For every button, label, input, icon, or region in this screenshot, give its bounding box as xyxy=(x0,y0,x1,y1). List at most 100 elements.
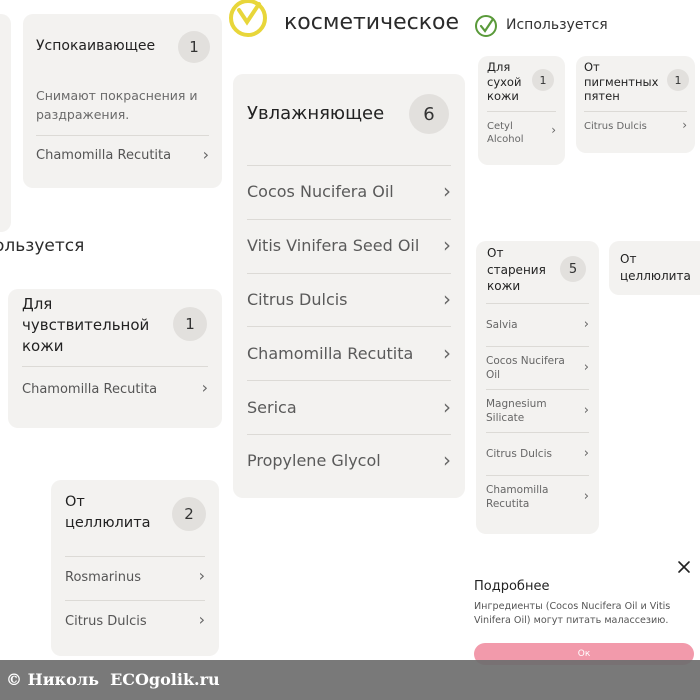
ingredient-list: Cocos Nucifera Oil › Vitis Vinifera Seed O… xyxy=(247,165,451,488)
list-item[interactable]: Serica › xyxy=(247,380,451,434)
list-item[interactable]: Magnesium Silicate › xyxy=(486,389,589,432)
title-line: От xyxy=(487,246,504,260)
ingredient-label: Chamomilla Recutita xyxy=(22,382,158,397)
ok-button-label: Ок xyxy=(577,649,591,659)
ingredient-label: Vitis Vinifera Seed Oil xyxy=(247,236,420,256)
card-pigment: От пигментных пятен 1 Citrus Dulcis › xyxy=(576,56,695,153)
green-check-icon xyxy=(474,14,498,38)
chevron-right-icon: › xyxy=(443,179,451,204)
list-item[interactable]: Citrus Dulcis › xyxy=(65,601,205,644)
title-line: От xyxy=(65,494,85,510)
card-title: Для сухой кожи xyxy=(487,60,521,104)
used-label: Используется xyxy=(506,17,608,33)
ingredient-label: Chamomilla Recutita xyxy=(36,148,172,163)
card-title: От старения кожи xyxy=(487,245,546,295)
title-line: кожи xyxy=(487,279,521,293)
title-line: кожи xyxy=(22,337,64,355)
title-line: старения xyxy=(487,262,546,277)
title-line: чувствительной xyxy=(22,316,150,334)
chevron-right-icon: › xyxy=(443,448,451,473)
count-badge: 1 xyxy=(173,307,207,341)
card-dry-skin: Для сухой кожи 1 Cetyl Alcohol › xyxy=(478,56,565,165)
list-item[interactable]: Chamomilla Recutita › xyxy=(36,136,209,176)
list-item[interactable]: Propylene Glycol › xyxy=(247,433,451,488)
count-badge: 6 xyxy=(409,94,449,134)
close-icon[interactable] xyxy=(676,559,692,575)
chevron-right-icon: › xyxy=(583,359,589,375)
card-title: От целлюлита xyxy=(65,492,151,534)
list-item[interactable]: Citrus Dulcis › xyxy=(486,432,589,475)
ingredient-label: Chamomilla Recutita xyxy=(486,484,549,510)
chevron-right-icon: › xyxy=(551,123,556,137)
count-badge: 1 xyxy=(667,69,689,91)
popup-text: Ингредиенты (Cocos Nucifera Oil и Vitis … xyxy=(474,601,671,626)
ingredient-label: Citrus Dulcis xyxy=(65,614,147,629)
watermark-text: © Николь ECOgolik.ru xyxy=(6,670,220,689)
title-line: Для xyxy=(487,60,511,74)
ingredient-label: Chamomilla Recutita xyxy=(247,343,414,363)
chevron-right-icon: › xyxy=(198,610,205,629)
list-item[interactable]: Chamomilla Recutita › xyxy=(22,367,208,411)
card-title: Успокаивающее xyxy=(36,38,156,54)
yellow-check-icon xyxy=(228,0,268,42)
ingredient-label: Cetyl Alcohol xyxy=(487,121,524,145)
section-heading: косметическое xyxy=(284,10,460,35)
count-badge: 1 xyxy=(532,69,554,91)
chevron-right-icon: › xyxy=(443,286,451,311)
title-line: сухой xyxy=(487,74,522,89)
title-line: пигментных xyxy=(584,74,659,89)
card-calming: Успокаивающее 1 Снимают покраснения и ра… xyxy=(23,14,222,188)
list-item[interactable]: Chamomilla Recutita › xyxy=(247,326,451,380)
ingredient-label: Serica xyxy=(247,397,297,417)
card-title: Увлажняющее xyxy=(247,103,385,124)
list-item[interactable]: Rosmarinus › xyxy=(65,557,205,600)
popup-title: Подробнее xyxy=(474,579,550,594)
card-sensitive: Для чувствительной кожи 1 Chamomilla Rec… xyxy=(8,289,222,428)
ingredient-label: Citrus Dulcis xyxy=(486,448,552,460)
list-item[interactable]: Salvia › xyxy=(486,303,589,346)
chevron-right-icon: › xyxy=(443,394,451,419)
card-title: От целлюлита xyxy=(620,251,691,284)
ingredient-label: Citrus Dulcis xyxy=(247,289,348,309)
chevron-right-icon: › xyxy=(443,232,451,257)
card-cellulite-small: От целлюлита xyxy=(609,241,700,295)
card-cellulite: От целлюлита 2 Rosmarinus › Citrus Dulci… xyxy=(51,480,219,656)
watermark-bar: © Николь ECOgolik.ru xyxy=(0,660,700,700)
title-line: От xyxy=(584,60,600,74)
ingredient-label: Salvia xyxy=(486,319,518,331)
details-popup: Подробнее Ингредиенты (Cocos Nucifera Oi… xyxy=(466,552,700,670)
card-moisturizing: Увлажняющее 6 Cocos Nucifera Oil › Vitis V… xyxy=(233,74,465,498)
chevron-right-icon: › xyxy=(443,340,451,365)
list-item[interactable]: Citrus Dulcis › xyxy=(247,272,451,327)
list-item[interactable]: Vitis Vinifera Seed Oil › xyxy=(247,218,451,273)
chevron-right-icon: › xyxy=(583,445,589,461)
list-item[interactable]: Cetyl Alcohol › xyxy=(487,112,556,152)
count-badge: 5 xyxy=(560,256,586,282)
count-badge: 1 xyxy=(178,31,210,63)
chevron-right-icon: › xyxy=(201,378,208,397)
list-item[interactable]: Cocos Nucifera Oil › xyxy=(486,346,589,389)
chevron-right-icon: › xyxy=(198,566,205,585)
title-line: Для xyxy=(22,295,53,313)
ingredient-label: Magnesium Silicate xyxy=(486,398,547,424)
card-aging: От старения кожи 5 Salvia › Cocos Nucifera… xyxy=(476,241,599,534)
ingredient-label: Citrus Dulcis xyxy=(584,121,647,132)
title-line: От xyxy=(620,252,637,266)
chevron-right-icon: › xyxy=(583,316,589,332)
list-item[interactable]: Citrus Dulcis › xyxy=(584,112,687,142)
chevron-right-icon: › xyxy=(202,145,209,164)
title-line: пятен xyxy=(584,89,620,103)
card-title: От пигментных пятен xyxy=(584,60,658,104)
card-description: Снимают покраснения и раздражения. xyxy=(36,88,198,122)
partial-card-left xyxy=(0,14,11,232)
count-badge: 2 xyxy=(172,497,206,531)
list-item[interactable]: Chamomilla Recutita › xyxy=(486,475,589,518)
chevron-right-icon: › xyxy=(682,118,687,132)
title-line: целлюлита xyxy=(620,268,691,283)
title-line: кожи xyxy=(487,89,519,103)
chevron-right-icon: › xyxy=(583,402,589,418)
list-item[interactable]: Cocos Nucifera Oil › xyxy=(247,165,451,219)
ingredient-label: Cocos Nucifera Oil xyxy=(247,182,394,202)
card-title: Для чувствительной кожи xyxy=(22,294,149,357)
chevron-right-icon: › xyxy=(583,488,589,504)
